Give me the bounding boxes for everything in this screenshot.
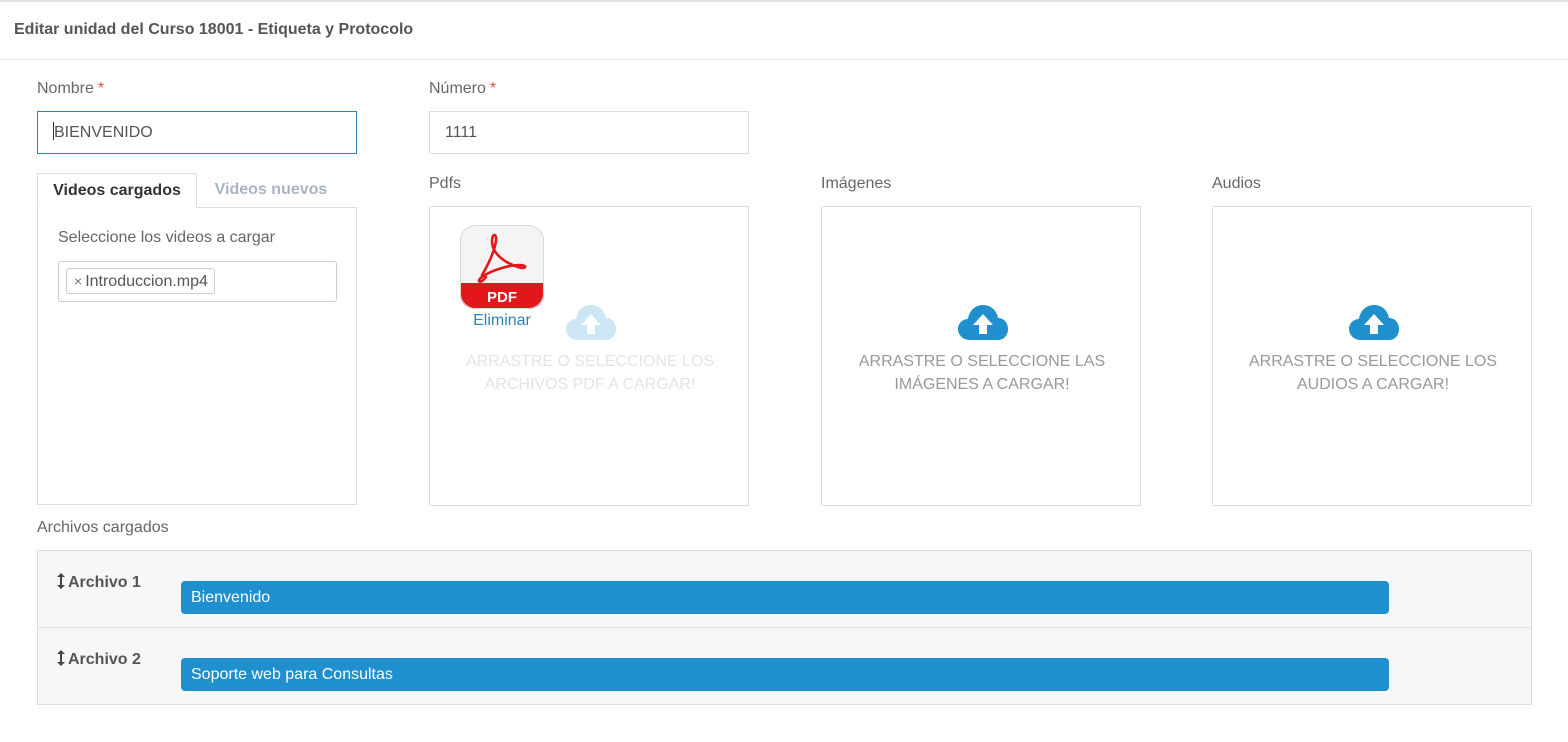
archivo-label: Archivo 1 — [56, 573, 141, 592]
numero-input[interactable]: 1111 — [429, 111, 749, 154]
numero-label-text: Número — [429, 80, 486, 97]
pdf-thumb-label: PDF — [487, 289, 517, 306]
archivos-cargados-list: Archivo 1 Bienvenido Archivo 2 Soporte w… — [37, 550, 1532, 705]
chip-label: Introduccion.mp4 — [85, 273, 208, 290]
archivo-label-text: Archivo 1 — [68, 574, 141, 591]
selected-video-chip: × Introduccion.mp4 — [66, 268, 215, 294]
required-mark: * — [97, 80, 105, 97]
numero-input-value: 1111 — [445, 124, 478, 141]
tab-videos-cargados[interactable]: Videos cargados — [37, 173, 197, 208]
nombre-label: Nombre * — [37, 80, 104, 98]
required-mark: * — [489, 80, 497, 97]
drag-handle-icon[interactable] — [56, 573, 66, 589]
pdfs-label: Pdfs — [429, 175, 462, 192]
cloud-upload-icon — [1349, 305, 1399, 340]
archivo-label-text: Archivo 2 — [68, 651, 141, 668]
pdf-remove-link[interactable]: Eliminar — [460, 312, 544, 330]
cloud-upload-icon — [958, 305, 1008, 340]
nombre-label-text: Nombre — [37, 80, 94, 97]
nombre-input-value: BIENVENIDO — [54, 124, 153, 141]
page-title: Editar unidad del Curso 18001 - Etiqueta… — [14, 21, 414, 38]
nombre-input[interactable]: BIENVENIDO — [37, 111, 357, 154]
page-header: Editar unidad del Curso 18001 - Etiqueta… — [0, 2, 1568, 60]
list-item[interactable]: Archivo 2 Soporte web para Consultas — [38, 627, 1531, 704]
numero-label: Número * — [429, 80, 496, 98]
videos-cargados-panel: Seleccione los videos a cargar × Introduc… — [37, 207, 357, 505]
cloud-upload-icon — [566, 305, 616, 340]
audios-drop-text: ARRASTRE O SELECCIONE LOS AUDIOS A CARGA… — [1248, 353, 1498, 393]
pdf-drop-text: ARRASTRE O SELECCIONE LOS ARCHIVOS PDF A… — [465, 353, 715, 393]
videos-select-label: Seleccione los videos a cargar — [58, 229, 276, 246]
imagenes-drop-text: ARRASTRE O SELECCIONE LAS IMÁGENES A CAR… — [858, 353, 1106, 393]
tab-videos-nuevos[interactable]: Videos nuevos — [197, 173, 345, 208]
list-item[interactable]: Archivo 1 Bienvenido — [38, 551, 1531, 628]
archivo-name-input[interactable]: Soporte web para Consultas — [181, 658, 1389, 691]
audios-label: Audios — [1212, 175, 1261, 192]
chip-remove-icon[interactable]: × — [74, 273, 82, 289]
imagenes-label: Imágenes — [821, 175, 892, 192]
archivos-cargados-label: Archivos cargados — [37, 519, 169, 536]
audios-dropzone[interactable]: ARRASTRE O SELECCIONE LOS AUDIOS A CARGA… — [1212, 206, 1532, 506]
imagenes-dropzone[interactable]: ARRASTRE O SELECCIONE LAS IMÁGENES A CAR… — [821, 206, 1141, 506]
drag-handle-icon[interactable] — [56, 650, 66, 666]
pdf-dropzone[interactable]: ARRASTRE O SELECCIONE LOS ARCHIVOS PDF A… — [429, 206, 749, 506]
archivo-label: Archivo 2 — [56, 650, 141, 669]
videos-multiselect[interactable]: × Introduccion.mp4 — [58, 261, 337, 302]
archivo-name-input[interactable]: Bienvenido — [181, 581, 1389, 614]
pdf-file-icon: PDF — [460, 225, 544, 309]
